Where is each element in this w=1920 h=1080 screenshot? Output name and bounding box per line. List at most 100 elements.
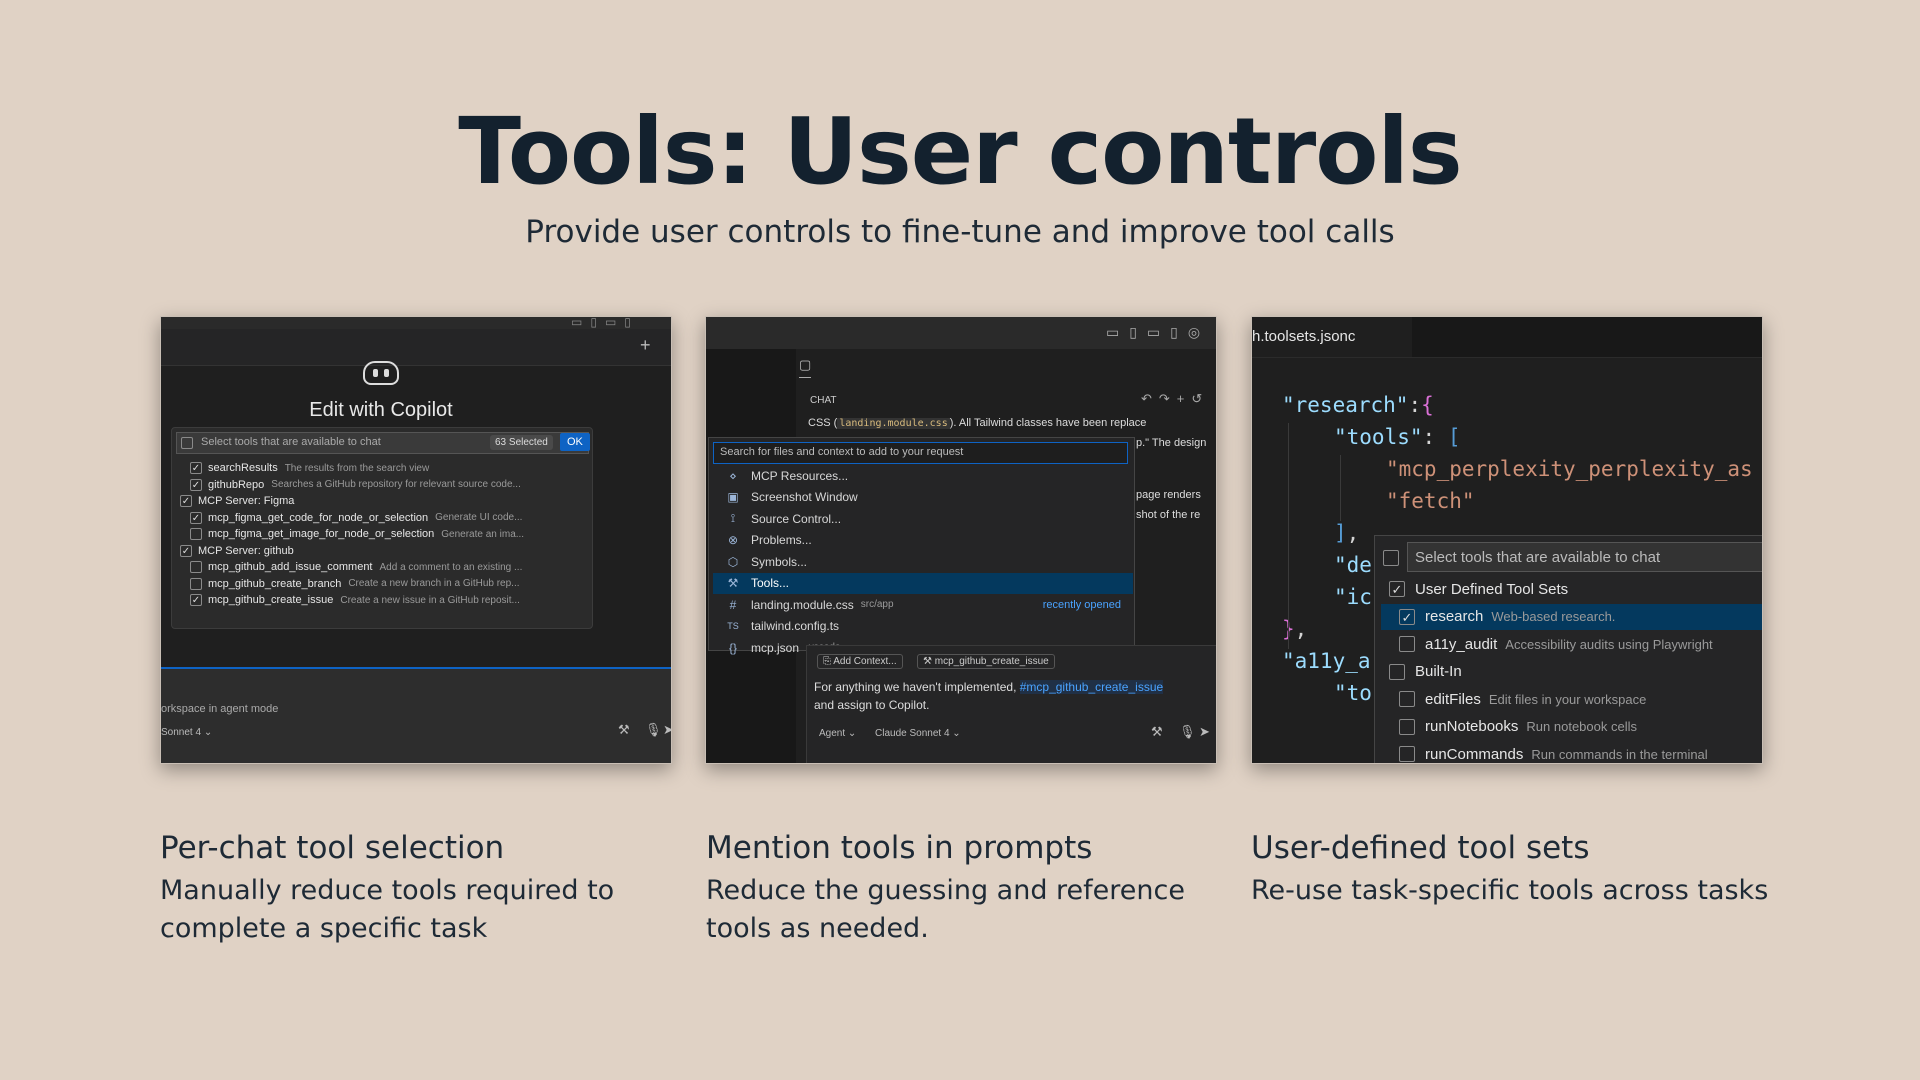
send-icon[interactable]: ➤: [663, 722, 671, 738]
tools-icon[interactable]: ⚒: [618, 722, 630, 738]
add-context-button[interactable]: ⎘ Add Context...: [817, 654, 903, 669]
caption-per-chat: Per-chat tool selection Manually reduce …: [160, 828, 680, 948]
screenshot-tool-picker: ▭▯▭▯ + Edit with Copilot Select tools th…: [160, 316, 672, 764]
ok-button[interactable]: OK: [560, 433, 590, 451]
chat-input[interactable]: ⎘ Add Context... ⚒ mcp_github_create_iss…: [806, 645, 1216, 763]
menu-item-label: landing.module.css: [751, 597, 854, 612]
unchecked-checkbox[interactable]: [190, 561, 202, 573]
context-menu-item[interactable]: ⚒ Tools...: [713, 572, 1133, 594]
tool-picker-placeholder: Select tools that are available to chat: [1415, 549, 1661, 566]
chat-message-line: shot of the re: [1136, 509, 1201, 521]
copilot-icon: [363, 361, 399, 385]
checked-checkbox[interactable]: ✓: [1399, 608, 1415, 625]
layout-icons: ▭▯▭▯◎: [1106, 324, 1211, 340]
tools-icon[interactable]: ⚒: [1151, 724, 1163, 740]
tool-chip[interactable]: ⚒ mcp_github_create_issue: [917, 654, 1055, 669]
tool-set-item[interactable]: Built-In: [1375, 659, 1762, 685]
microphone-icon[interactable]: 🎙: [1179, 724, 1196, 740]
chat-message-line: CSS (landing.module.css). All Tailwind c…: [808, 417, 1147, 429]
unchecked-checkbox[interactable]: [1399, 636, 1415, 652]
menu-item-icon: TS: [727, 621, 739, 631]
code-line: "fetch": [1386, 489, 1475, 513]
select-all-checkbox[interactable]: [1383, 550, 1399, 566]
checked-checkbox[interactable]: ✓: [190, 594, 202, 606]
context-menu-item[interactable]: ⊗ Problems...: [713, 530, 1133, 551]
context-menu-item[interactable]: # landing.module.css src/app recently opene…: [713, 594, 1133, 615]
context-menu-item[interactable]: ⋄ MCP Resources...: [713, 465, 1133, 486]
tool-item-label: searchResults: [208, 462, 278, 474]
caption-tool-sets: User-defined tool sets Re-use task-speci…: [1251, 828, 1771, 910]
menu-item-label: Symbols...: [751, 554, 808, 569]
send-icon[interactable]: ➤: [1199, 724, 1210, 740]
caption-heading: Mention tools in prompts: [706, 830, 1093, 866]
caption-mention: Mention tools in prompts Reduce the gues…: [706, 828, 1226, 948]
tool-set-item[interactable]: runCommands Run commands in the terminal: [1381, 741, 1762, 763]
code-line: "a11y_a: [1282, 649, 1371, 673]
code-line: "de: [1334, 553, 1372, 577]
context-search-input[interactable]: Search for files and context to add to y…: [713, 442, 1128, 464]
tool-set-item-description: Web-based research.: [1491, 609, 1616, 624]
tool-item-description: Add a comment to an existing ...: [379, 561, 523, 573]
tool-picker: Select tools that are available to chat …: [1374, 535, 1762, 763]
model-picker[interactable]: Claude Sonnet 4 ⌄: [875, 728, 961, 739]
select-all-checkbox[interactable]: [181, 437, 193, 449]
menu-item-icon: ⊗: [727, 533, 739, 547]
chat-message-line: p." The design: [1136, 437, 1207, 449]
tool-item-label: mcp_figma_get_image_for_node_or_selectio…: [208, 528, 435, 540]
prompt-text: For anything we haven't implemented, #mc…: [814, 680, 1164, 694]
microphone-icon[interactable]: 🎙: [645, 722, 662, 738]
indent-guide: [1288, 423, 1289, 649]
model-picker[interactable]: Sonnet 4 ⌄: [161, 727, 212, 738]
context-menu-item[interactable]: ⬡ Symbols...: [713, 551, 1133, 572]
chat-label: CHAT: [810, 395, 837, 406]
menu-item-label: Tools...: [751, 576, 790, 590]
checked-checkbox[interactable]: ✓: [1389, 581, 1405, 597]
recently-opened-label: recently opened: [1042, 598, 1121, 611]
tool-set-item-label: Built-In: [1415, 663, 1462, 680]
checked-checkbox[interactable]: ✓: [190, 511, 202, 524]
unchecked-checkbox[interactable]: [1399, 691, 1415, 707]
unchecked-checkbox[interactable]: [190, 577, 202, 590]
tool-set-item-description: Edit files in your workspace: [1488, 691, 1647, 707]
tool-picker: Select tools that are available to chat …: [171, 427, 593, 629]
code-line: },: [1282, 617, 1308, 641]
tool-set-item-description: Accessibility audits using Playwright: [1505, 636, 1713, 652]
chat-input[interactable]: [161, 669, 671, 763]
unchecked-checkbox[interactable]: [1399, 746, 1415, 762]
checked-checkbox[interactable]: ✓: [180, 544, 192, 557]
unchecked-checkbox[interactable]: [1399, 718, 1415, 735]
checked-checkbox[interactable]: ✓: [180, 495, 192, 507]
caption-text: Reduce the guessing and reference tools …: [706, 875, 1185, 944]
tool-set-item[interactable]: ✓ User Defined Tool Sets: [1375, 576, 1762, 602]
new-chat-icon[interactable]: +: [640, 335, 651, 356]
context-menu-item[interactable]: TS tailwind.config.ts: [713, 616, 1133, 637]
tool-set-item-label: research: [1425, 608, 1484, 625]
tool-set-item[interactable]: editFiles Edit files in your workspace: [1381, 686, 1762, 712]
tool-item[interactable]: ✓ mcp_github_create_issue Create a new iss…: [190, 590, 520, 610]
tool-set-item[interactable]: a11y_audit Accessibility audits using Pla…: [1381, 631, 1762, 657]
unchecked-checkbox[interactable]: [1389, 663, 1405, 680]
tool-set-item-label: User Defined Tool Sets: [1415, 580, 1569, 598]
checked-checkbox[interactable]: ✓: [190, 478, 202, 491]
unchecked-checkbox[interactable]: [190, 528, 202, 540]
tool-item-label: MCP Server: github: [198, 544, 294, 557]
context-menu-item[interactable]: ▣ Screenshot Window: [713, 487, 1133, 508]
tool-set-item[interactable]: runNotebooks Run notebook cells: [1381, 714, 1762, 740]
editor-tab[interactable]: h.toolsets.jsonc: [1252, 317, 1412, 357]
slide-title: Tools: User controls: [458, 98, 1462, 205]
tool-set-item[interactable]: ✓ research Web-based research.: [1381, 603, 1762, 630]
menu-item-icon: ⬡: [727, 554, 739, 569]
chat-actions: ↶↷+↺: [1141, 391, 1210, 406]
context-menu-item[interactable]: ⟟ Source Control...: [713, 508, 1133, 529]
tool-picker-search[interactable]: Select tools that are available to chat …: [176, 432, 590, 454]
tool-picker-search[interactable]: Select tools that are available to chat: [1407, 542, 1762, 572]
agent-mode-picker[interactable]: Agent ⌄: [819, 728, 856, 739]
tool-item-description: Generate UI code...: [435, 512, 523, 523]
tool-item-label: mcp_github_create_issue: [208, 594, 334, 606]
selected-count-badge: 63 Selected: [490, 435, 553, 450]
slide-subtitle: Provide user controls to fine-tune and i…: [525, 214, 1395, 250]
tool-item-description: The results from the search view: [284, 462, 430, 474]
menu-item-icon: ⋄: [729, 468, 737, 483]
checked-checkbox[interactable]: ✓: [190, 462, 202, 474]
chat-tab-icon[interactable]: ▢: [799, 357, 812, 378]
